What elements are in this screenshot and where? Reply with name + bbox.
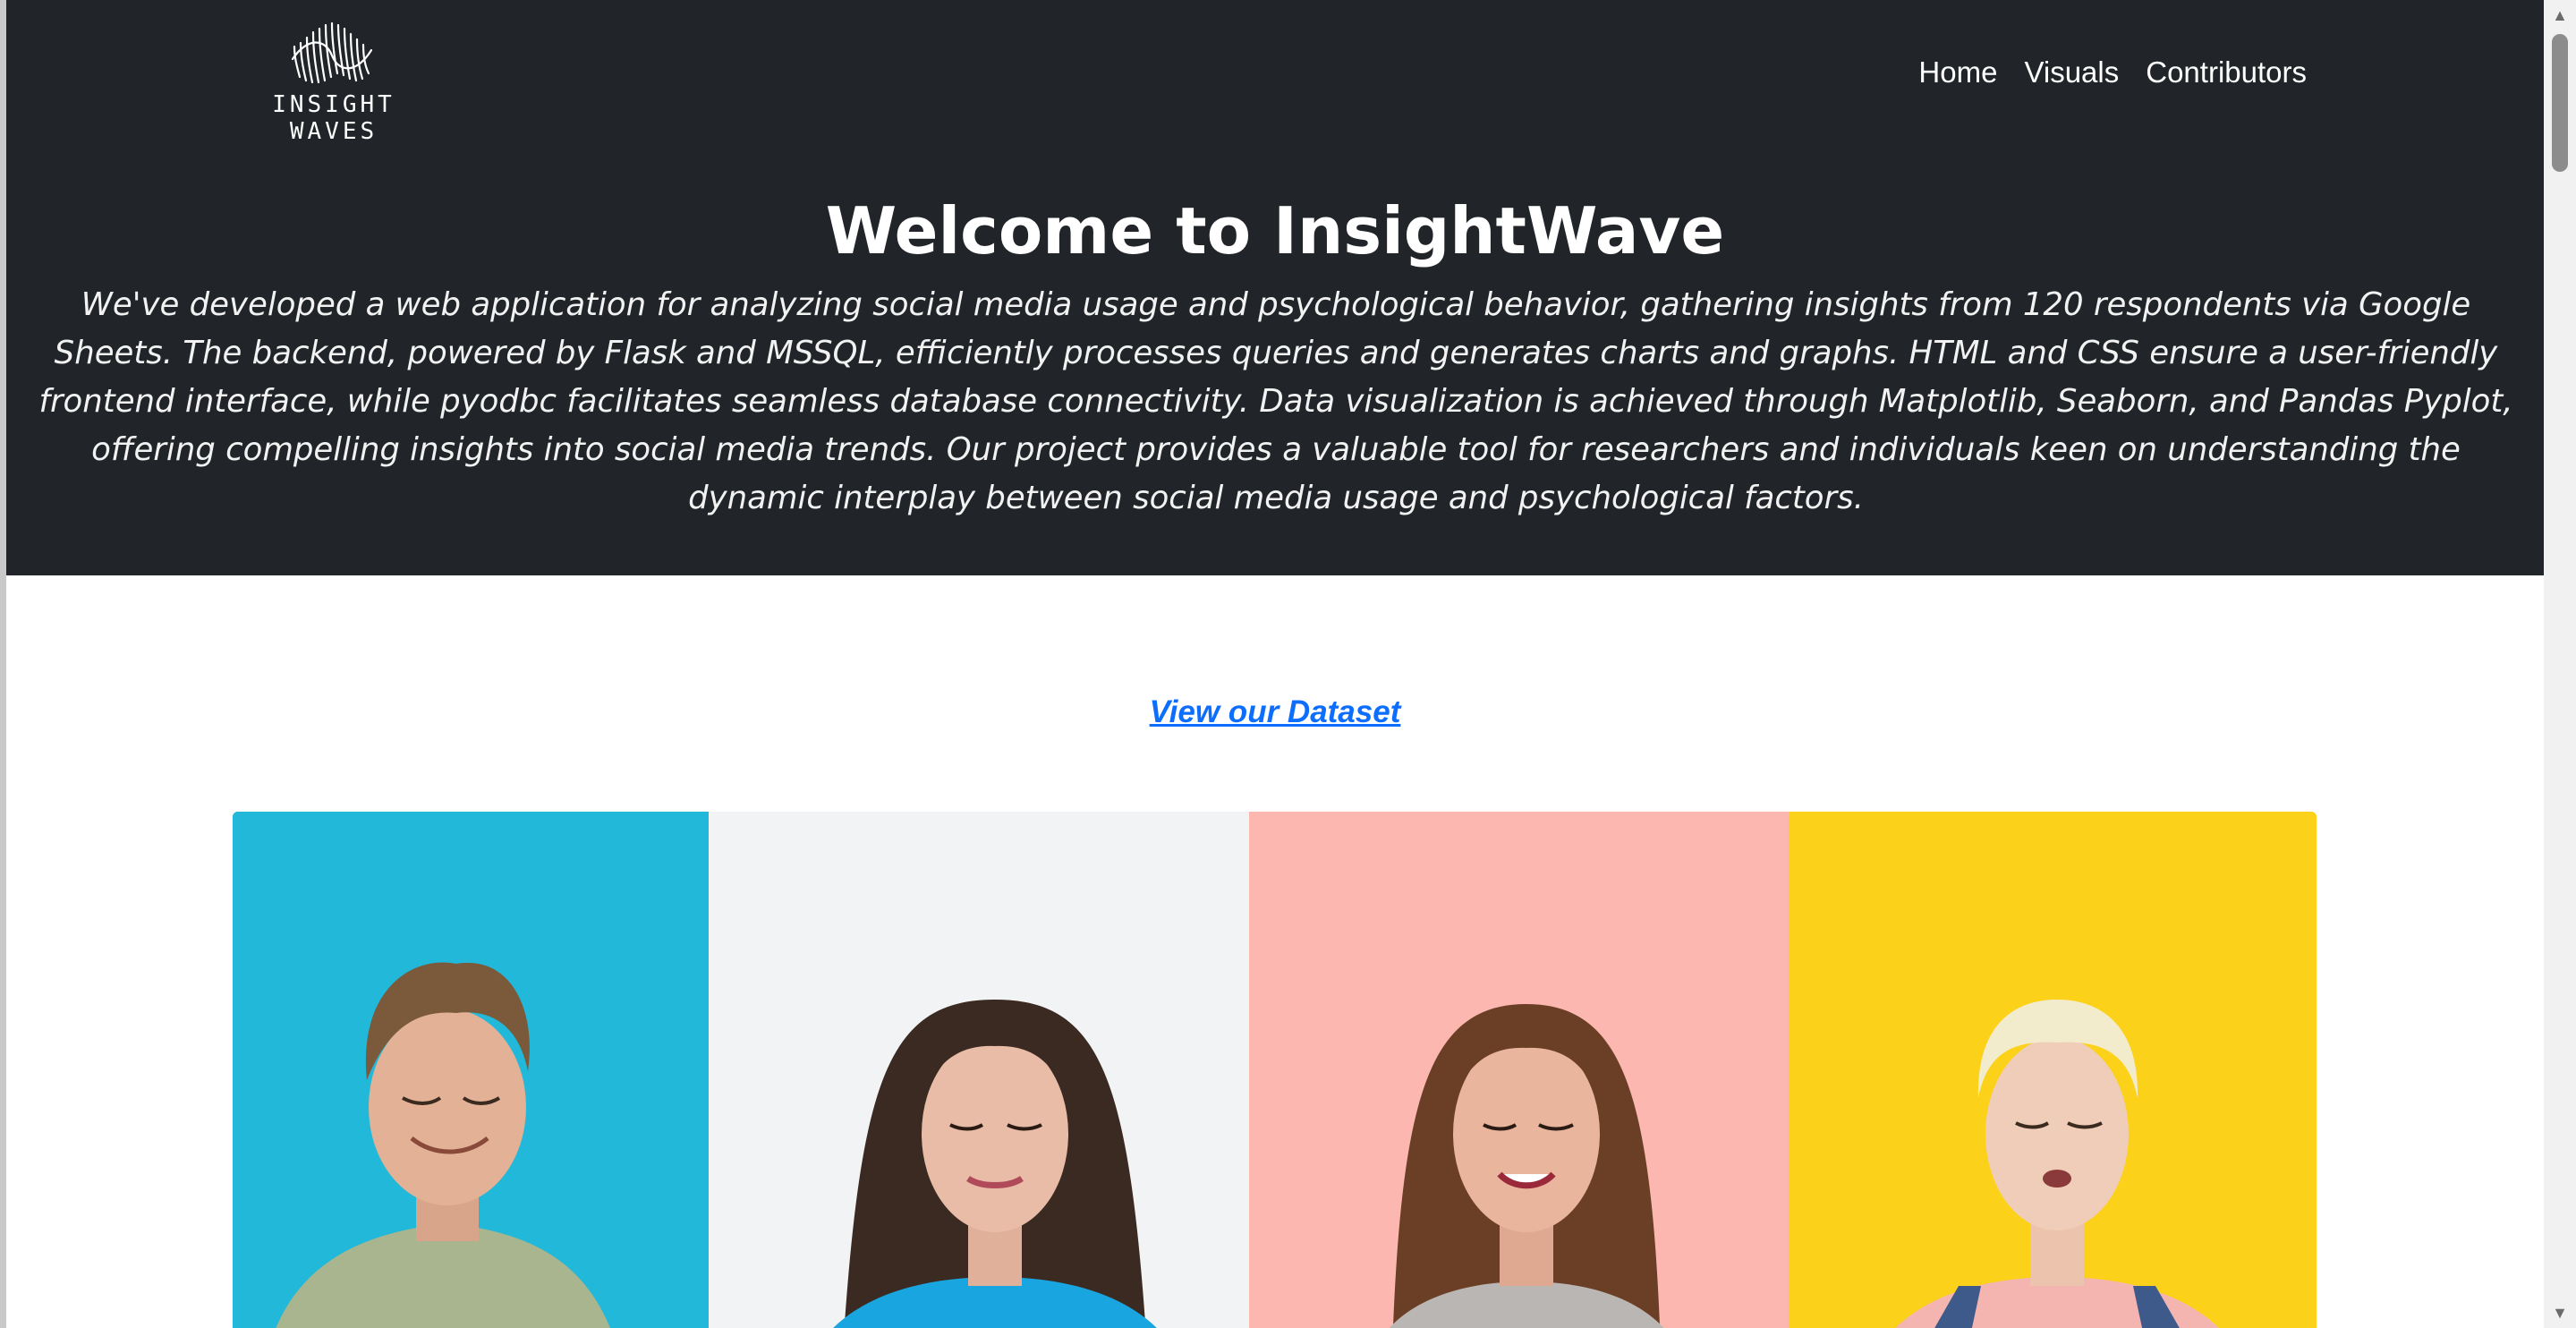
hero-description: We've developed a web application for an…: [38, 286, 2513, 516]
nav-contributors-link[interactable]: Contributors: [2146, 55, 2307, 89]
hero-header: INSIGHT WAVES Home Visuals Contributors …: [6, 0, 2544, 575]
banner-panel-4: [1789, 812, 2317, 1328]
page: INSIGHT WAVES Home Visuals Contributors …: [6, 0, 2544, 1328]
scroll-up-icon[interactable]: ▲: [2544, 0, 2576, 30]
scroll-thumb[interactable]: [2552, 34, 2568, 172]
person-man-illustration: [233, 812, 709, 1328]
banner-image: [233, 812, 2317, 1328]
dataset-link-container: View our Dataset: [6, 694, 2544, 730]
banner-panel-3: [1249, 812, 1789, 1328]
person-woman-illustration: [1789, 812, 2317, 1328]
person-woman-illustration: [1249, 812, 1789, 1328]
page-title: Welcome to InsightWave: [825, 193, 1725, 268]
person-woman-illustration: [709, 812, 1249, 1328]
site-logo[interactable]: INSIGHT WAVES: [244, 20, 423, 145]
banner-panel-2: [709, 812, 1249, 1328]
vertical-scrollbar[interactable]: ▲ ▼: [2544, 0, 2576, 1328]
nav-visuals-link[interactable]: Visuals: [2024, 55, 2119, 89]
banner-panel-1: [233, 812, 709, 1328]
wave-logo-icon: [291, 21, 373, 84]
main-nav: Home Visuals Contributors: [1918, 55, 2307, 89]
view-dataset-link[interactable]: View our Dataset: [1150, 694, 1401, 729]
nav-home-link[interactable]: Home: [1918, 55, 1997, 89]
scroll-down-icon[interactable]: ▼: [2544, 1298, 2576, 1328]
logo-text: INSIGHT WAVES: [272, 91, 395, 145]
